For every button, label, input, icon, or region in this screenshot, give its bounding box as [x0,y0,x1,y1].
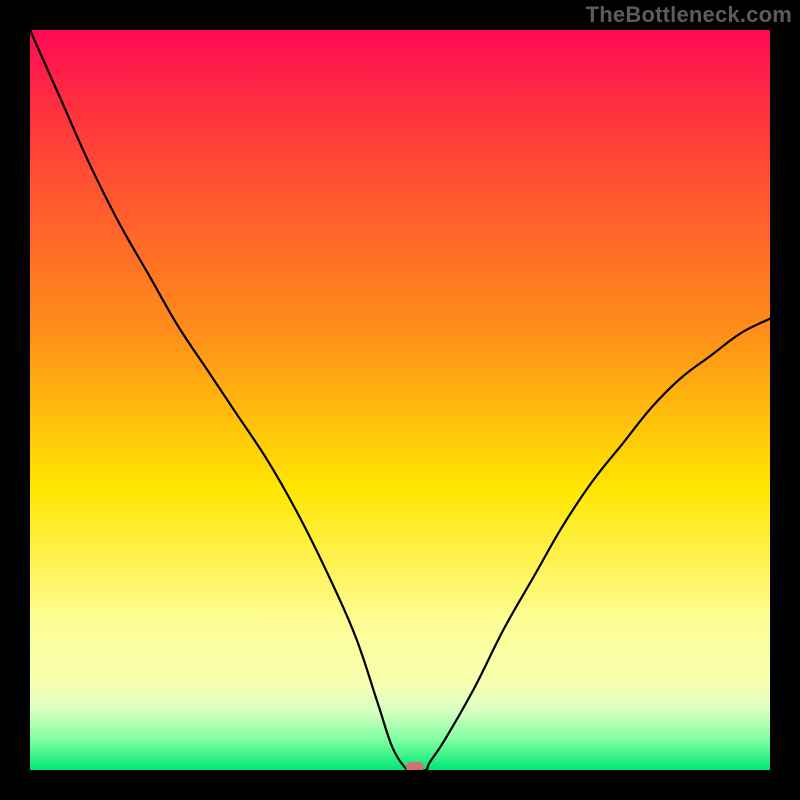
plot-area [30,30,770,770]
chart-svg [30,30,770,770]
chart-frame: TheBottleneck.com [0,0,800,800]
attribution-text: TheBottleneck.com [586,2,792,28]
bottleneck-curve [30,30,770,770]
minimum-marker [406,762,424,770]
